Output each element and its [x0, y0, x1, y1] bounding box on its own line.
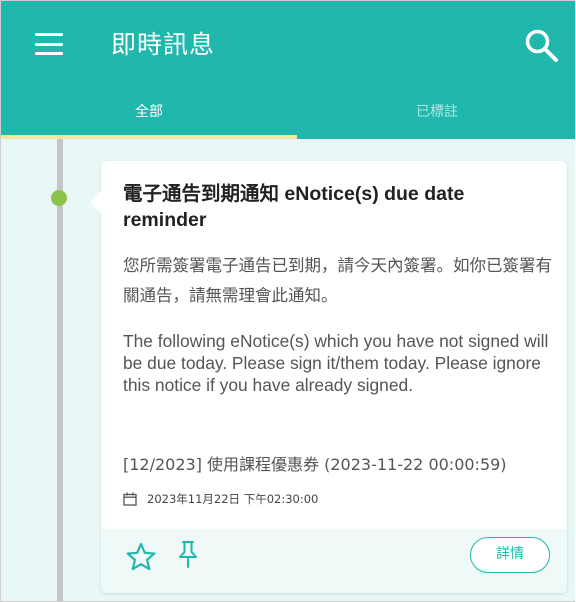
star-outline-icon[interactable]	[125, 541, 157, 573]
calendar-icon	[123, 492, 137, 506]
page-title: 即時訊息	[111, 30, 216, 59]
card-action-bar: 詳情	[101, 529, 567, 593]
notice-item: [12/2023] 使用課程優惠券 (2023-11-22 00:00:59)	[123, 455, 507, 474]
tab-bar: 全部 已標註	[1, 85, 575, 139]
app-screen: 即時訊息 全部 已標註 電子通告到期通知 eNotice(s) due date…	[0, 0, 575, 602]
unread-status-dot	[51, 190, 67, 206]
timeline-line	[57, 139, 63, 601]
search-icon[interactable]	[523, 27, 559, 63]
app-bar: 即時訊息	[1, 1, 575, 85]
notification-title: 電子通告到期通知 eNotice(s) due date reminder	[123, 183, 465, 231]
hamburger-menu-icon[interactable]	[35, 33, 63, 55]
pin-outline-icon[interactable]	[177, 539, 199, 569]
notification-message-en: The following eNotice(s) which you have …	[123, 331, 549, 395]
card-pointer	[90, 191, 101, 213]
tab-marked[interactable]: 已標註	[297, 85, 575, 139]
notification-card[interactable]: 電子通告到期通知 eNotice(s) due date reminder 您所…	[90, 161, 567, 593]
notification-timestamp: 2023年11月22日 下午02:30:00	[123, 489, 318, 509]
notification-message-zh: 您所需簽署電子通告已到期，請今天內簽署。如你已簽署有關通告，請無需理會此通知。	[123, 256, 552, 305]
tab-selected-indicator	[1, 135, 297, 139]
timestamp-text: 2023年11月22日 下午02:30:00	[147, 492, 319, 506]
tab-all[interactable]: 全部	[1, 85, 297, 139]
details-button[interactable]: 詳情	[470, 537, 550, 573]
